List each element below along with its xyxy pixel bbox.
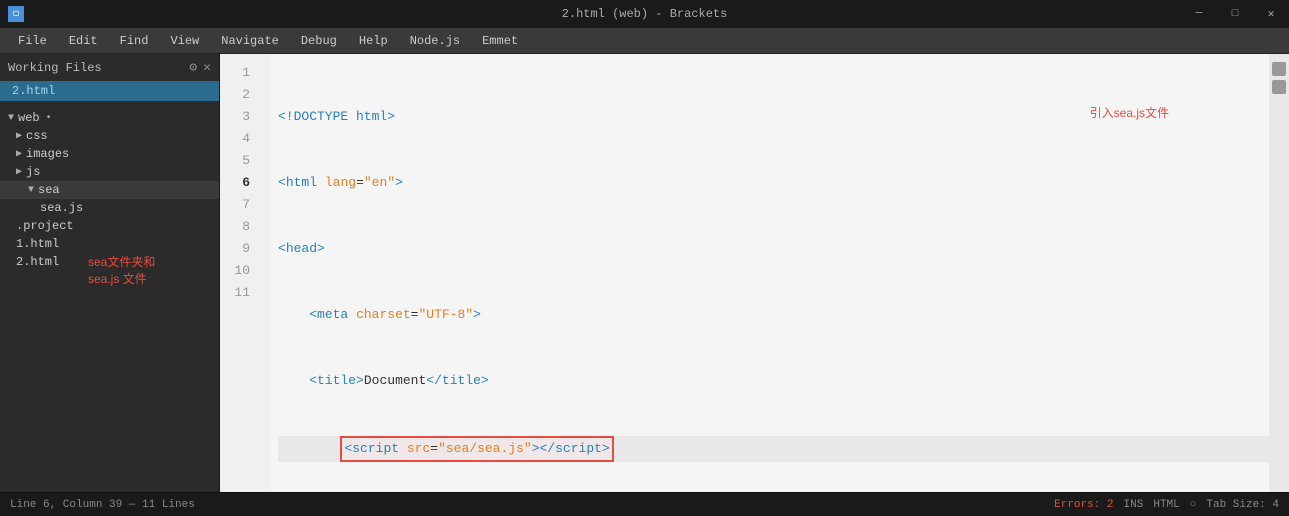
- folder-images[interactable]: ▶ images: [0, 145, 219, 163]
- menu-debug[interactable]: Debug: [291, 32, 347, 50]
- working-files-label: Working Files: [8, 61, 102, 75]
- folder-images-label: images: [26, 147, 69, 161]
- line-num-6: 6: [220, 172, 260, 194]
- ins-indicator: INS: [1124, 499, 1144, 511]
- line-numbers: 1 2 3 4 5 6 7 8 9 10 11: [220, 54, 270, 492]
- css-arrow: ▶: [16, 130, 22, 142]
- editor-content: 1 2 3 4 5 6 7 8 9 10 11 <!DOCTYPE html> …: [220, 54, 1289, 492]
- status-right: Errors: 2 INS HTML ○ Tab Size: 4: [1054, 499, 1279, 511]
- file-sea-js[interactable]: sea.js: [0, 199, 219, 217]
- file-2html[interactable]: 2.html: [0, 253, 219, 271]
- menu-nodejs[interactable]: Node.js: [400, 32, 470, 50]
- js-arrow: ▶: [16, 166, 22, 178]
- sea-arrow: ▼: [28, 185, 34, 196]
- web-indicator: •: [46, 113, 52, 124]
- menu-view[interactable]: View: [160, 32, 209, 50]
- status-left: Line 6, Column 39 — 11 Lines: [10, 499, 195, 511]
- folder-sea-label: sea: [38, 183, 60, 197]
- menu-file[interactable]: File: [8, 32, 57, 50]
- code-editor[interactable]: <!DOCTYPE html> <html lang="en"> <head> …: [270, 54, 1269, 492]
- close-working-files-icon[interactable]: ✕: [203, 60, 211, 75]
- file-project[interactable]: .project: [0, 217, 219, 235]
- gutter-icon-1[interactable]: [1272, 62, 1286, 76]
- line-num-4: 4: [220, 128, 260, 150]
- project-file-label: .project: [16, 219, 74, 233]
- line-num-10: 10: [220, 260, 260, 282]
- main-area: Working Files ⚙ ✕ 2.html ▼ web • ▶ css ▶: [0, 54, 1289, 492]
- web-arrow: ▼: [8, 113, 14, 124]
- circle-icon: ○: [1190, 499, 1197, 511]
- folder-js[interactable]: ▶ js: [0, 163, 219, 181]
- line-num-3: 3: [220, 106, 260, 128]
- working-file-name: 2.html: [12, 84, 55, 98]
- menu-navigate[interactable]: Navigate: [211, 32, 289, 50]
- menu-help[interactable]: Help: [349, 32, 398, 50]
- menu-edit[interactable]: Edit: [59, 32, 108, 50]
- gutter-icon-2[interactable]: [1272, 80, 1286, 94]
- language-indicator[interactable]: HTML: [1153, 499, 1179, 511]
- line-num-9: 9: [220, 238, 260, 260]
- code-line-2: <html lang="en">: [278, 172, 1269, 194]
- menu-bar: File Edit Find View Navigate Debug Help …: [0, 28, 1289, 54]
- line-num-11: 11: [220, 282, 260, 304]
- code-line-5: <title>Document</title>: [278, 370, 1269, 392]
- code-line-1: <!DOCTYPE html>: [278, 106, 1269, 128]
- tab-size[interactable]: Tab Size: 4: [1206, 499, 1279, 511]
- close-button[interactable]: ✕: [1253, 0, 1289, 28]
- images-arrow: ▶: [16, 148, 22, 160]
- cursor-position: Line 6, Column 39 — 11 Lines: [10, 499, 195, 511]
- sea-js-label: sea.js: [40, 201, 83, 215]
- working-files-header: Working Files ⚙ ✕: [0, 54, 219, 81]
- code-line-6: <script src="sea/sea.js"></script>: [278, 436, 1269, 462]
- folder-css[interactable]: ▶ css: [0, 127, 219, 145]
- window-buttons[interactable]: ─ □ ✕: [1181, 0, 1289, 28]
- file-1html[interactable]: 1.html: [0, 235, 219, 253]
- project-tree: ▼ web • ▶ css ▶ images ▶ js ▼ sea sea.js: [0, 109, 219, 492]
- menu-find[interactable]: Find: [110, 32, 159, 50]
- right-gutter: [1269, 54, 1289, 492]
- code-line-3: <head>: [278, 238, 1269, 260]
- working-file-2html[interactable]: 2.html: [0, 81, 219, 101]
- folder-sea[interactable]: ▼ sea: [0, 181, 219, 199]
- editor: 1 2 3 4 5 6 7 8 9 10 11 <!DOCTYPE html> …: [220, 54, 1289, 492]
- 1html-label: 1.html: [16, 237, 59, 251]
- maximize-button[interactable]: □: [1217, 0, 1253, 28]
- project-root-web[interactable]: ▼ web •: [0, 109, 219, 127]
- code-line-4: <meta charset="UTF-8">: [278, 304, 1269, 326]
- line-num-8: 8: [220, 216, 260, 238]
- sidebar: Working Files ⚙ ✕ 2.html ▼ web • ▶ css ▶: [0, 54, 220, 492]
- folder-js-label: js: [26, 165, 40, 179]
- folder-css-label: css: [26, 129, 48, 143]
- settings-icon[interactable]: ⚙: [189, 60, 197, 75]
- line-num-2: 2: [220, 84, 260, 106]
- status-bar: Line 6, Column 39 — 11 Lines Errors: 2 I…: [0, 492, 1289, 516]
- line-num-7: 7: [220, 194, 260, 216]
- header-icons: ⚙ ✕: [189, 60, 211, 75]
- minimize-button[interactable]: ─: [1181, 0, 1217, 28]
- app-icon: ◻: [8, 6, 24, 22]
- 2html-label: 2.html: [16, 255, 59, 269]
- window-controls: ◻: [8, 6, 24, 22]
- error-count[interactable]: Errors: 2: [1054, 499, 1113, 511]
- menu-emmet[interactable]: Emmet: [472, 32, 528, 50]
- line-num-5: 5: [220, 150, 260, 172]
- title-bar: ◻ 2.html (web) - Brackets ─ □ ✕: [0, 0, 1289, 28]
- folder-web: web: [18, 111, 40, 125]
- line-num-1: 1: [220, 62, 260, 84]
- window-title: 2.html (web) - Brackets: [562, 7, 728, 21]
